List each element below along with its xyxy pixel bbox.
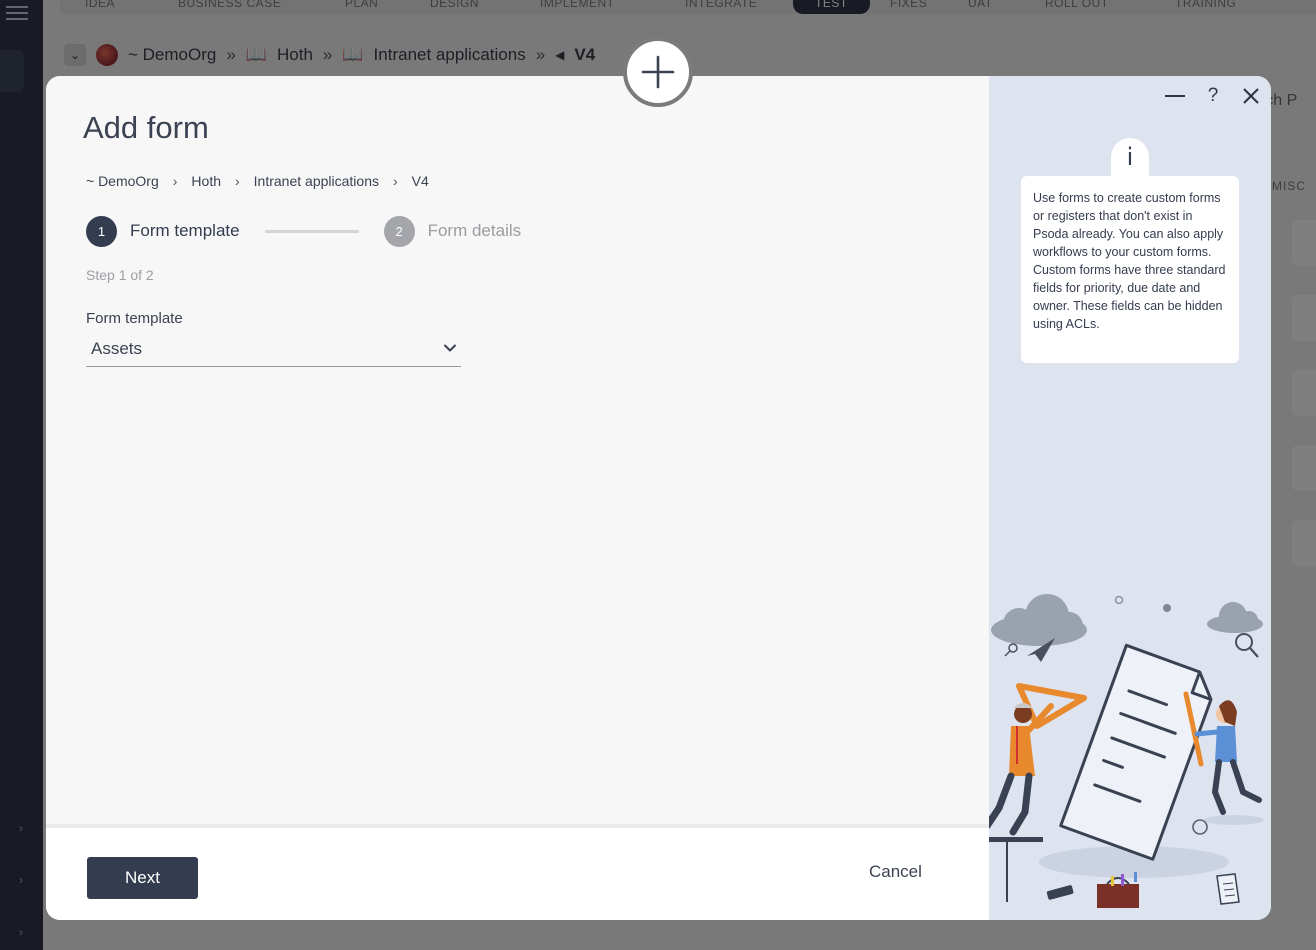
- form-template-value: Assets: [91, 339, 143, 358]
- plus-icon: [641, 55, 675, 89]
- step-2-number: 2: [383, 215, 415, 247]
- chevron-down-icon: [444, 344, 456, 352]
- next-button[interactable]: Next: [87, 857, 198, 899]
- form-template-select[interactable]: Assets: [86, 332, 461, 367]
- dialog-title: Add form: [83, 110, 209, 145]
- help-icon[interactable]: ?: [1201, 84, 1225, 108]
- step-count: Step 1 of 2: [86, 267, 154, 283]
- step-1-number: 1: [86, 215, 117, 247]
- help-panel: ? i Use forms to create custom forms or …: [989, 76, 1271, 920]
- chevron-right-icon: ›: [392, 173, 398, 189]
- close-icon[interactable]: [1239, 84, 1263, 108]
- crumb-project[interactable]: Hoth: [191, 173, 221, 189]
- team-illustration: [989, 594, 1264, 908]
- add-form-dialog: Add form ~ DemoOrg › Hoth › Intranet app…: [46, 76, 1271, 920]
- chevron-right-icon: ›: [235, 173, 240, 189]
- dialog-footer: Next Cancel: [46, 824, 989, 920]
- cancel-button[interactable]: Cancel: [869, 862, 922, 882]
- stepper: 1 Form template 2 Form details: [86, 215, 521, 247]
- step-connector: [264, 229, 359, 233]
- info-text: Use forms to create custom forms or regi…: [1021, 176, 1239, 363]
- dialog-main: Add form ~ DemoOrg › Hoth › Intranet app…: [46, 76, 989, 920]
- minimize-icon[interactable]: [1163, 84, 1187, 108]
- crumb-org[interactable]: ~ DemoOrg: [86, 173, 159, 189]
- chevron-right-icon: ›: [172, 173, 178, 189]
- form-template-label: Form template: [86, 310, 183, 327]
- step-1-label: Form template: [130, 221, 240, 240]
- crumb-version[interactable]: V4: [412, 173, 429, 189]
- info-icon: i: [1111, 138, 1149, 178]
- step-2-label: Form details: [427, 221, 522, 240]
- add-button[interactable]: [623, 37, 693, 107]
- breadcrumb: ~ DemoOrg › Hoth › Intranet applications…: [86, 173, 429, 189]
- crumb-folder[interactable]: Intranet applications: [254, 173, 379, 189]
